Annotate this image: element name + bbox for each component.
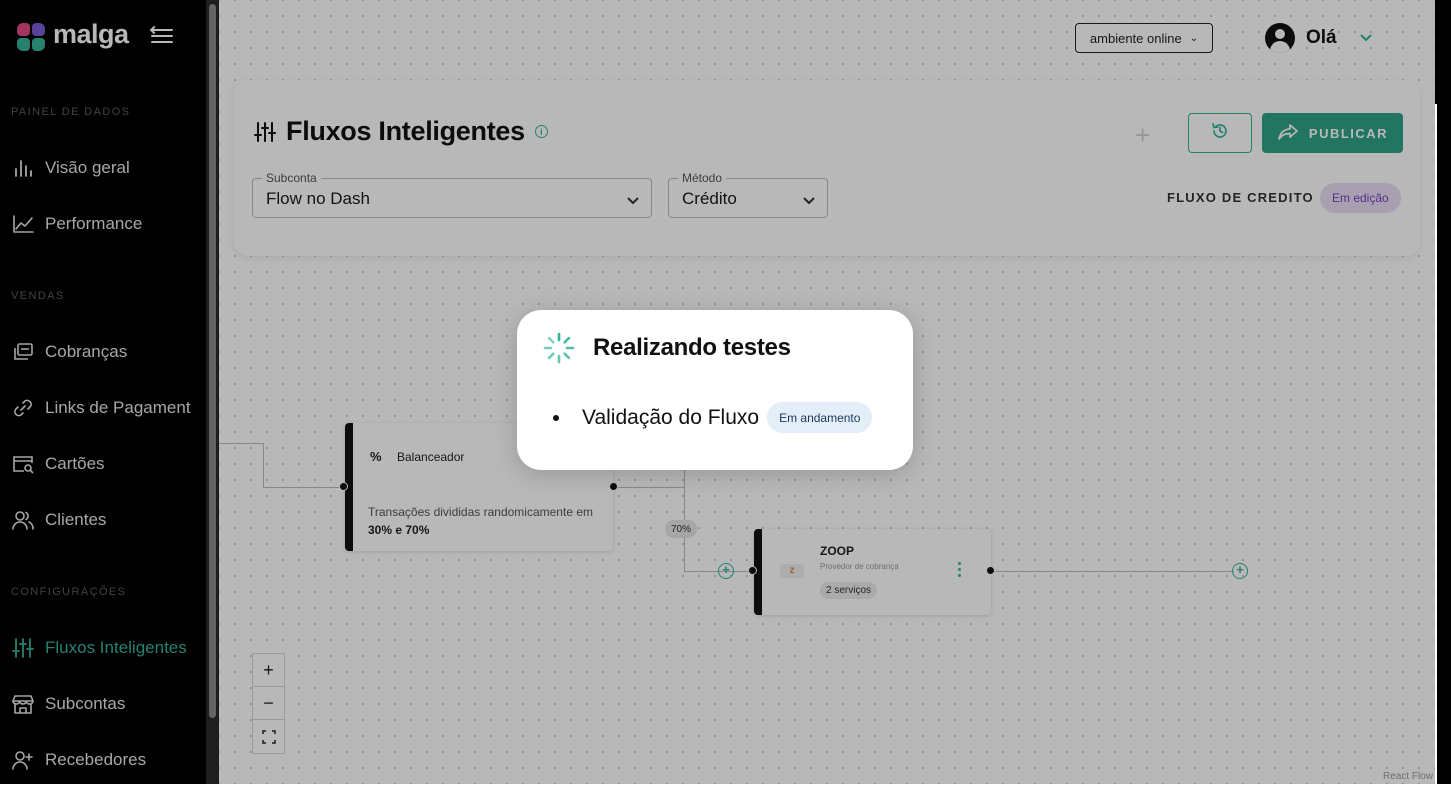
status-badge: Em andamento <box>767 402 873 433</box>
modal-title: Realizando testes <box>593 334 791 361</box>
testing-modal: Realizando testes Validação do Fluxo Em … <box>517 310 913 470</box>
window-bottom-edge <box>0 784 1451 789</box>
modal-header: Realizando testes <box>543 332 791 364</box>
window-edge <box>1435 0 1451 784</box>
loading-spinner-icon <box>543 332 575 364</box>
bullet-icon <box>553 414 559 421</box>
step-label: Validação do Fluxo <box>582 405 760 429</box>
list-item: Validação do Fluxo Em andamento <box>553 402 873 433</box>
